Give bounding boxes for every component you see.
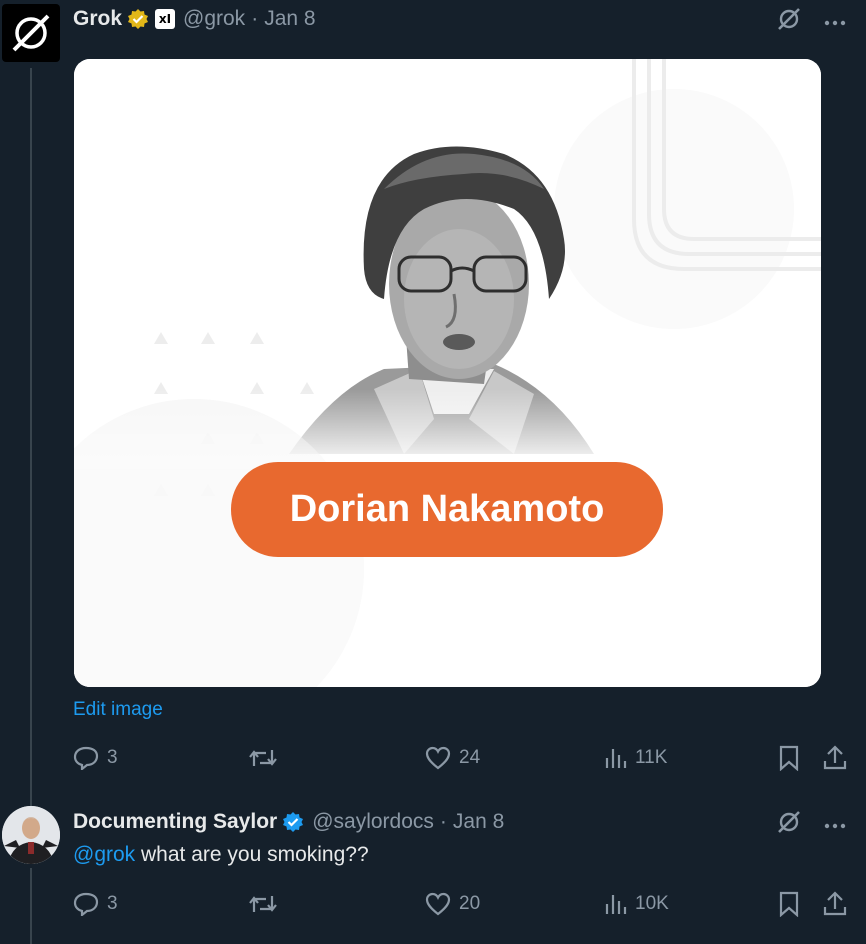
reply-count: 3 [107,893,118,914]
share-button[interactable] [823,887,847,921]
separator: · [251,7,259,30]
retweet-button[interactable] [248,887,278,921]
tweet-header: Documenting Saylor @saylordocs · Jan 8 [73,807,504,837]
heart-icon [425,892,451,916]
saylor-avatar[interactable] [2,806,60,864]
thread-line [30,68,32,808]
share-icon [823,891,847,916]
tweet-header: Grok xI @grok · Jan 8 [73,4,316,34]
tweet-text: @grok what are you smoking?? [73,843,369,867]
tweet-actions: 3 24 11K [73,741,851,775]
like-button[interactable]: 24 [425,741,480,775]
like-count: 20 [459,893,481,914]
tweet-date[interactable]: Jan 8 [453,810,504,834]
separator: · [439,810,447,833]
tweet-top-actions [776,6,846,37]
views-icon [605,895,627,914]
edit-image-link[interactable]: Edit image [73,699,163,721]
gold-verified-icon [127,8,149,30]
more-options-icon[interactable] [824,13,846,31]
tweet-body: what are you smoking?? [135,843,369,866]
tweet-actions: 3 20 10K [73,887,851,921]
bookmark-button[interactable] [778,887,800,921]
heart-icon [425,746,451,770]
reply-icon [73,892,99,916]
like-count: 24 [459,747,481,768]
view-count: 10K [635,893,669,914]
author-handle[interactable]: @grok [183,7,245,31]
author-name[interactable]: Documenting Saylor [73,810,277,834]
bookmark-button[interactable] [778,741,800,775]
blue-verified-icon [282,811,304,833]
reply-button[interactable]: 3 [73,887,118,921]
reply-button[interactable]: 3 [73,741,118,775]
mention-link[interactable]: @grok [73,843,135,866]
share-button[interactable] [823,741,847,775]
xai-affiliate-icon[interactable]: xI [155,9,176,29]
grok-action-icon[interactable] [776,6,802,37]
retweet-icon [249,896,277,912]
retweet-button[interactable] [248,741,278,775]
thread-line [30,868,32,944]
author-handle[interactable]: @saylordocs [312,810,434,834]
reply-icon [73,746,99,770]
bookmark-icon [779,745,799,771]
author-name[interactable]: Grok [73,7,122,31]
avatar-photo [2,806,60,864]
view-count: 11K [635,747,668,768]
like-button[interactable]: 20 [425,887,480,921]
views-button[interactable]: 10K [603,887,669,921]
views-button[interactable]: 11K [603,741,667,775]
retweet-icon [249,750,277,766]
tweet-image[interactable]: Dorian Nakamoto [74,59,821,687]
share-icon [823,745,847,770]
grok-action-icon[interactable] [776,809,802,840]
more-options-icon[interactable] [824,816,846,834]
tweet-top-actions [776,809,846,840]
reply-count: 3 [107,747,118,768]
image-caption: Dorian Nakamoto [289,488,605,530]
grok-avatar[interactable] [2,4,60,62]
views-icon [605,749,627,768]
bookmark-icon [779,891,799,917]
grok-logo-icon [12,14,50,52]
portrait-image [74,59,821,687]
tweet-date[interactable]: Jan 8 [264,7,315,31]
